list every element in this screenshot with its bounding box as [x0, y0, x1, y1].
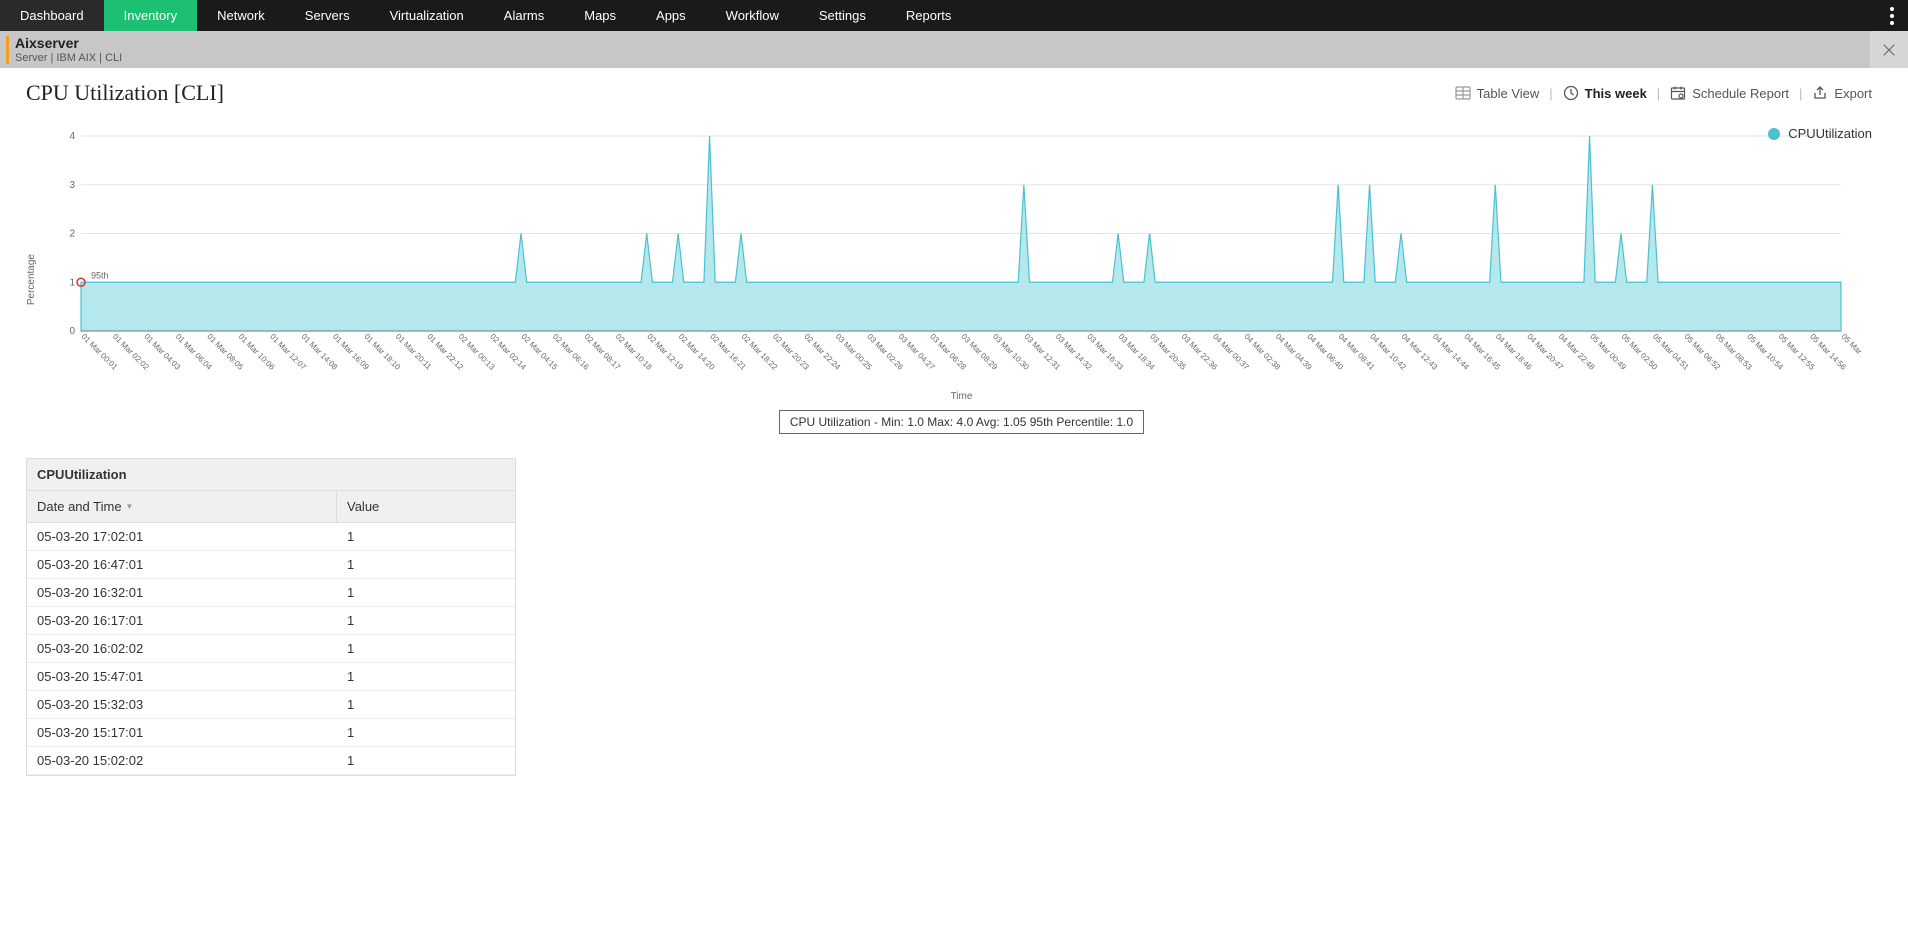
schedule-report-label: Schedule Report — [1692, 86, 1789, 101]
svg-text:3: 3 — [69, 180, 75, 191]
table-row[interactable]: 05-03-20 15:02:021 — [27, 747, 515, 775]
table-title: CPUUtilization — [27, 459, 515, 491]
nav-virtualization[interactable]: Virtualization — [370, 0, 484, 31]
nav-settings[interactable]: Settings — [799, 0, 886, 31]
table-row[interactable]: 05-03-20 15:47:011 — [27, 663, 515, 691]
y-axis-label: Percentage — [26, 254, 37, 305]
page-actions: Table View | This week | Schedule Report… — [1445, 85, 1882, 101]
table-icon — [1455, 85, 1471, 101]
cell-value: 1 — [337, 663, 364, 690]
cell-value: 1 — [337, 719, 364, 746]
export-button[interactable]: Export — [1802, 85, 1882, 101]
nav-inventory[interactable]: Inventory — [104, 0, 197, 31]
cell-date: 05-03-20 16:17:01 — [27, 607, 337, 634]
table-row[interactable]: 05-03-20 16:17:011 — [27, 607, 515, 635]
table-row[interactable]: 05-03-20 15:32:031 — [27, 691, 515, 719]
clock-icon — [1563, 85, 1579, 101]
cell-value: 1 — [337, 747, 364, 774]
area-chart[interactable]: 0123495th01 Mar 00:0101 Mar 02:0201 Mar … — [41, 126, 1861, 386]
calendar-icon — [1670, 85, 1686, 101]
top-navbar: Dashboard Inventory Network Servers Virt… — [0, 0, 1908, 31]
svg-text:95th: 95th — [91, 270, 109, 280]
legend-dot — [1768, 128, 1780, 140]
nav-workflow[interactable]: Workflow — [706, 0, 799, 31]
nav-dashboard[interactable]: Dashboard — [0, 0, 104, 31]
cell-date: 05-03-20 16:32:01 — [27, 579, 337, 606]
schedule-report-button[interactable]: Schedule Report — [1660, 85, 1799, 101]
device-title: Aixserver — [15, 35, 122, 51]
cell-date: 05-03-20 17:02:01 — [27, 523, 337, 550]
chart-container: CPUUtilization Percentage 0123495th01 Ma… — [26, 116, 1882, 434]
table-row[interactable]: 05-03-20 16:47:011 — [27, 551, 515, 579]
cell-value: 1 — [337, 523, 364, 550]
nav-alarms[interactable]: Alarms — [484, 0, 564, 31]
breadcrumb-bar: Aixserver Server | IBM AIX | CLI — [0, 31, 1908, 68]
svg-text:4: 4 — [69, 131, 75, 142]
nav-maps[interactable]: Maps — [564, 0, 636, 31]
table-row[interactable]: 05-03-20 15:17:011 — [27, 719, 515, 747]
nav-reports[interactable]: Reports — [886, 0, 972, 31]
sort-desc-icon: ▼ — [126, 502, 134, 511]
col-value[interactable]: Value — [337, 491, 389, 522]
cell-value: 1 — [337, 635, 364, 662]
chart-stats: CPU Utilization - Min: 1.0 Max: 4.0 Avg:… — [779, 410, 1144, 434]
page-title: CPU Utilization [CLI] — [26, 80, 224, 106]
date-range-button[interactable]: This week — [1553, 85, 1657, 101]
table-row[interactable]: 05-03-20 17:02:011 — [27, 523, 515, 551]
legend-label: CPUUtilization — [1788, 126, 1872, 141]
chart-legend[interactable]: CPUUtilization — [1768, 126, 1872, 141]
close-button[interactable] — [1870, 31, 1908, 68]
date-range-label: This week — [1585, 86, 1647, 101]
data-table: CPUUtilization Date and Time ▼ Value 05-… — [26, 458, 516, 776]
svg-text:0: 0 — [69, 326, 75, 337]
cell-date: 05-03-20 15:47:01 — [27, 663, 337, 690]
col-date-time-label: Date and Time — [37, 499, 122, 514]
cell-date: 05-03-20 16:02:02 — [27, 635, 337, 662]
table-row[interactable]: 05-03-20 16:02:021 — [27, 635, 515, 663]
cell-date: 05-03-20 15:32:03 — [27, 691, 337, 718]
breadcrumb: Server | IBM AIX | CLI — [15, 52, 122, 64]
col-date-time[interactable]: Date and Time ▼ — [27, 491, 337, 522]
export-icon — [1812, 85, 1828, 101]
export-label: Export — [1834, 86, 1872, 101]
nav-servers[interactable]: Servers — [285, 0, 370, 31]
table-view-button[interactable]: Table View — [1445, 85, 1550, 101]
table-row[interactable]: 05-03-20 16:32:011 — [27, 579, 515, 607]
table-header: Date and Time ▼ Value — [27, 491, 515, 523]
accent-bar — [6, 36, 9, 64]
nav-network[interactable]: Network — [197, 0, 285, 31]
cell-date: 05-03-20 15:17:01 — [27, 719, 337, 746]
cell-value: 1 — [337, 691, 364, 718]
table-view-label: Table View — [1477, 86, 1540, 101]
svg-text:1: 1 — [69, 277, 75, 288]
cell-date: 05-03-20 15:02:02 — [27, 747, 337, 774]
cell-value: 1 — [337, 579, 364, 606]
cell-date: 05-03-20 16:47:01 — [27, 551, 337, 578]
x-axis-label: Time — [41, 391, 1882, 402]
more-menu-icon[interactable] — [1882, 0, 1902, 31]
nav-apps[interactable]: Apps — [636, 0, 706, 31]
svg-text:2: 2 — [69, 229, 75, 240]
cell-value: 1 — [337, 607, 364, 634]
cell-value: 1 — [337, 551, 364, 578]
